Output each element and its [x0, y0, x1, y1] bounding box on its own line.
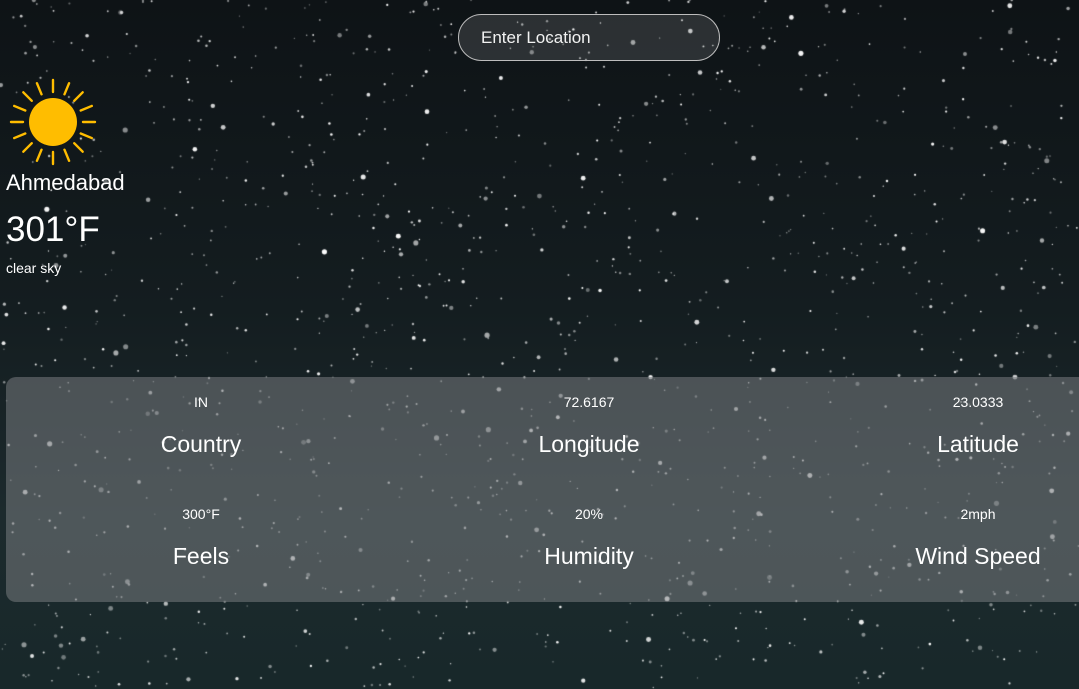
detail-longitude: 72.6167 Longitude — [479, 394, 699, 458]
country-label: Country — [160, 431, 242, 457]
detail-humidity: 20% Humidity — [479, 506, 699, 570]
current-weather: Ahmedabad 301°F clear sky — [6, 78, 125, 276]
temperature: 301°F — [6, 210, 100, 249]
humidity-label: Humidity — [544, 543, 634, 569]
details-panel: IN Country 72.6167 Longitude 23.0333 Lat… — [6, 377, 1079, 602]
detail-wind-speed: 2mph Wind Speed — [868, 506, 1079, 570]
humidity-value: 20% — [574, 506, 604, 522]
detail-feels: 300°F Feels — [91, 506, 311, 570]
feels-value: 300°F — [182, 506, 220, 522]
feels-label: Feels — [172, 543, 230, 569]
location-search-input[interactable] — [458, 14, 720, 61]
search-bar — [458, 14, 720, 61]
wind-speed-label: Wind Speed — [915, 543, 1041, 569]
wind-speed-value: 2mph — [960, 506, 996, 522]
longitude-label: Longitude — [538, 431, 640, 457]
detail-latitude: 23.0333 Latitude — [868, 394, 1079, 458]
country-value: IN — [194, 394, 208, 410]
weather-description: clear sky — [6, 260, 62, 276]
city-name: Ahmedabad — [6, 170, 125, 195]
latitude-value: 23.0333 — [952, 394, 1004, 410]
longitude-value: 72.6167 — [563, 394, 615, 410]
detail-country: IN Country — [91, 394, 311, 458]
sun-icon — [9, 78, 97, 166]
latitude-label: Latitude — [937, 431, 1019, 457]
